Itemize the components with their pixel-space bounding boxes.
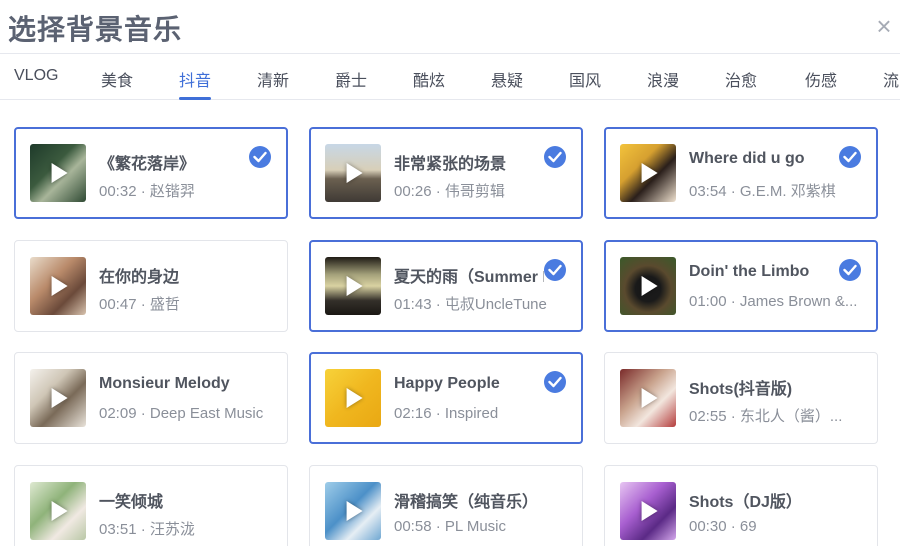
music-card[interactable]: 《繁花落岸》 00:32 · 赵锴羿 xyxy=(14,127,288,219)
track-name: 在你的身边 xyxy=(99,269,180,286)
tab-food[interactable]: 美食 xyxy=(101,67,133,91)
tab-chinese-style[interactable]: 国风 xyxy=(569,67,601,91)
track-meta: 02:55 · 东北人（酱）... xyxy=(689,408,843,425)
check-icon[interactable] xyxy=(544,259,566,281)
track-name: Doin' the Limbo xyxy=(689,263,810,280)
track-meta: 03:51 · 汪苏泷 xyxy=(99,521,195,538)
music-card[interactable]: Where did u go 03:54 · G.E.M. 邓紫棋 xyxy=(604,127,878,219)
check-icon[interactable] xyxy=(544,371,566,393)
tab-suspense[interactable]: 悬疑 xyxy=(491,67,523,91)
track-name: Shots（DJ版） xyxy=(689,494,802,511)
play-icon[interactable] xyxy=(641,388,658,408)
music-card[interactable]: 夏天的雨（Summer I 01:43 · 屯叔UncleTune xyxy=(309,240,583,332)
play-icon[interactable] xyxy=(641,163,658,183)
album-cover xyxy=(30,482,86,540)
album-cover xyxy=(325,482,381,540)
album-cover xyxy=(620,482,676,540)
check-icon[interactable] xyxy=(839,146,861,168)
track-name: 非常紧张的场景 xyxy=(394,156,507,173)
album-cover xyxy=(325,257,381,315)
music-card[interactable]: Shots（DJ版） 00:30 · 69 xyxy=(604,465,878,546)
track-meta: 00:30 · 69 xyxy=(689,518,757,535)
track-name: 《繁花落岸》 xyxy=(99,156,196,173)
album-cover xyxy=(325,144,381,202)
album-cover xyxy=(30,144,86,202)
album-cover xyxy=(30,257,86,315)
music-card[interactable]: Happy People 02:16 · Inspired xyxy=(309,352,583,444)
dialog-title: 选择背景音乐 xyxy=(8,14,183,45)
track-meta: 00:58 · PL Music xyxy=(394,518,506,535)
play-icon[interactable] xyxy=(51,501,68,521)
music-card[interactable]: 在你的身边 00:47 · 盛哲 xyxy=(14,240,288,332)
tab-healing[interactable]: 治愈 xyxy=(725,67,757,91)
album-cover xyxy=(30,369,86,427)
track-meta: 02:16 · Inspired xyxy=(394,405,499,422)
play-icon[interactable] xyxy=(346,388,363,408)
play-icon[interactable] xyxy=(51,388,68,408)
track-meta: 03:54 · G.E.M. 邓紫棋 xyxy=(689,183,836,200)
dialog-header: 选择背景音乐 × xyxy=(0,0,900,54)
play-icon[interactable] xyxy=(346,163,363,183)
album-cover xyxy=(325,369,381,427)
tab-jazz[interactable]: 爵士 xyxy=(335,67,367,91)
tab-douyin[interactable]: 抖音 xyxy=(179,67,211,91)
track-name: Where did u go xyxy=(689,150,805,167)
play-icon[interactable] xyxy=(51,163,68,183)
check-icon[interactable] xyxy=(544,146,566,168)
track-name: 滑稽搞笑（纯音乐） xyxy=(394,494,539,511)
tab-more[interactable]: 流 xyxy=(883,67,899,91)
album-cover xyxy=(620,369,676,427)
category-tabs: VLOG 美食 抖音 清新 爵士 酷炫 悬疑 国风 浪漫 治愈 伤感 流 xyxy=(0,54,900,100)
track-meta: 00:47 · 盛哲 xyxy=(99,296,180,313)
track-name: Happy People xyxy=(394,375,500,392)
tab-romantic[interactable]: 浪漫 xyxy=(647,67,679,91)
music-card[interactable]: 非常紧张的场景 00:26 · 伟哥剪辑 xyxy=(309,127,583,219)
track-meta: 02:09 · Deep East Music xyxy=(99,405,264,422)
track-meta: 01:00 · James Brown &... xyxy=(689,293,858,310)
check-icon[interactable] xyxy=(839,259,861,281)
music-card[interactable]: Doin' the Limbo 01:00 · James Brown &... xyxy=(604,240,878,332)
tab-fresh[interactable]: 清新 xyxy=(257,67,289,91)
track-name: 一笑倾城 xyxy=(99,494,164,511)
music-card[interactable]: 一笑倾城 03:51 · 汪苏泷 xyxy=(14,465,288,546)
album-cover xyxy=(620,144,676,202)
close-icon[interactable]: × xyxy=(872,12,896,40)
play-icon[interactable] xyxy=(641,501,658,521)
play-icon[interactable] xyxy=(346,276,363,296)
tab-vlog[interactable]: VLOG xyxy=(14,67,58,85)
track-name: 夏天的雨（Summer I xyxy=(394,269,544,286)
play-icon[interactable] xyxy=(51,276,68,296)
play-icon[interactable] xyxy=(346,501,363,521)
track-name: Shots(抖音版) xyxy=(689,381,793,398)
track-name: Monsieur Melody xyxy=(99,375,230,392)
album-cover xyxy=(620,257,676,315)
music-grid: 《繁花落岸》 00:32 · 赵锴羿 非常紧张的场景 00:26 · 伟哥剪辑 … xyxy=(0,100,900,546)
check-icon[interactable] xyxy=(249,146,271,168)
music-card[interactable]: Shots(抖音版) 02:55 · 东北人（酱）... xyxy=(604,352,878,444)
play-icon[interactable] xyxy=(641,276,658,296)
tab-sad[interactable]: 伤感 xyxy=(805,67,837,91)
track-meta: 01:43 · 屯叔UncleTune xyxy=(394,296,547,313)
tab-cool[interactable]: 酷炫 xyxy=(413,67,445,91)
music-card[interactable]: 滑稽搞笑（纯音乐） 00:58 · PL Music xyxy=(309,465,583,546)
track-meta: 00:32 · 赵锴羿 xyxy=(99,183,195,200)
track-meta: 00:26 · 伟哥剪辑 xyxy=(394,183,505,200)
music-card[interactable]: Monsieur Melody 02:09 · Deep East Music xyxy=(14,352,288,444)
